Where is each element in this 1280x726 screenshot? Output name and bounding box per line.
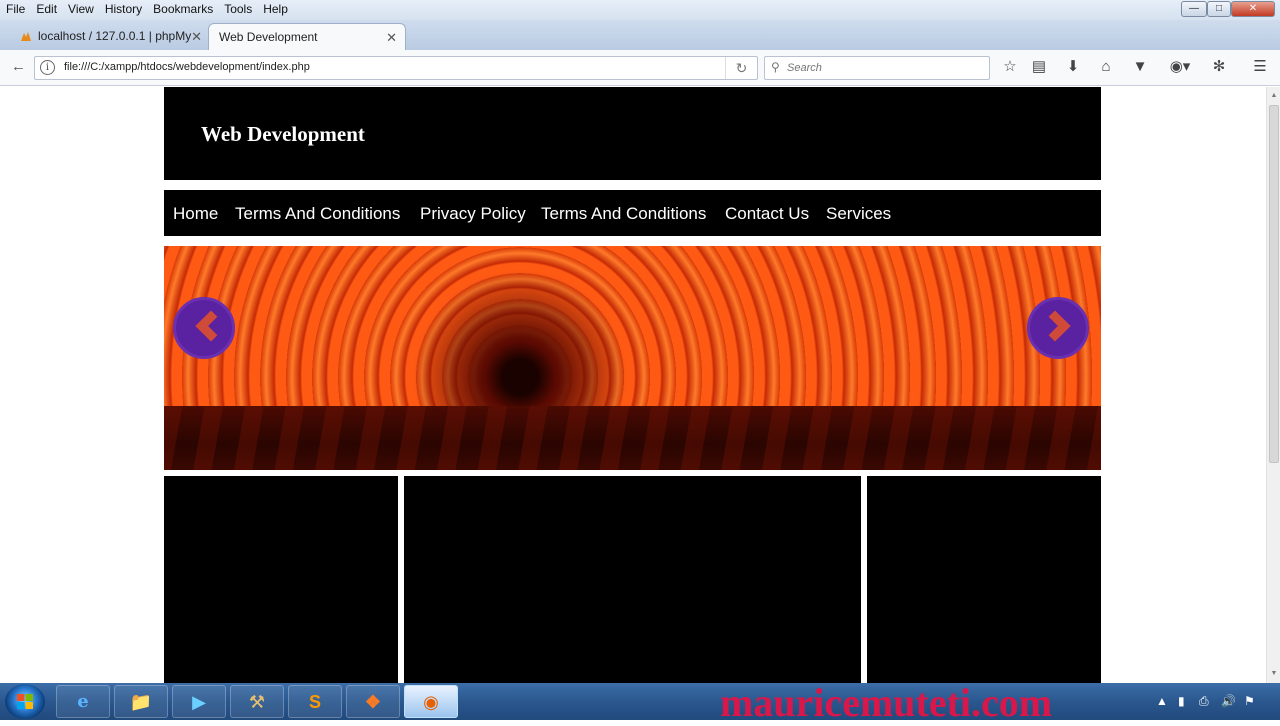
tab-close-icon[interactable]: ✕ bbox=[191, 23, 202, 50]
media-player-icon[interactable]: ▶ bbox=[172, 685, 226, 718]
chevron-right-icon bbox=[1039, 310, 1071, 342]
navigation-toolbar: ← i file:///C:/xampp/htdocs/webdevelopme… bbox=[0, 50, 1280, 86]
adblock-icon[interactable]: ◉▾ bbox=[1166, 57, 1194, 77]
minimize-button[interactable]: — bbox=[1181, 1, 1207, 17]
tab-strip: localhost / 127.0.0.1 | phpMy ✕ Web Deve… bbox=[0, 20, 1280, 65]
site-title: Web Development bbox=[201, 122, 365, 146]
back-arrow-icon[interactable]: ← bbox=[11, 59, 26, 75]
site-navigation: Home Terms And Conditions Privacy Policy… bbox=[164, 190, 1101, 236]
windows-taskbar: e 📁 ▶ ⚒ S ❖ ◉ mauricemuteti.com ▲ ▮ ⎙ 🔊 … bbox=[0, 680, 1280, 725]
close-button[interactable]: ✕ bbox=[1231, 1, 1275, 17]
info-icon[interactable]: i bbox=[40, 60, 55, 75]
firefox-icon[interactable]: ◉ bbox=[404, 685, 458, 718]
usb-icon[interactable]: ⎙ bbox=[1199, 694, 1209, 709]
network-icon[interactable]: ▮ bbox=[1178, 694, 1185, 708]
nav-link-privacy-policy[interactable]: Privacy Policy bbox=[420, 204, 526, 224]
menu-edit[interactable]: Edit bbox=[31, 0, 62, 16]
tray-expand-icon[interactable]: ▲ bbox=[1156, 694, 1168, 708]
menu-view[interactable]: View bbox=[63, 0, 99, 16]
nav-link-terms-and-conditions-2[interactable]: Terms And Conditions bbox=[541, 204, 706, 224]
nav-link-services[interactable]: Services bbox=[826, 204, 891, 224]
image-slider bbox=[164, 246, 1101, 470]
internet-explorer-icon[interactable]: e bbox=[56, 685, 110, 718]
maximize-button[interactable]: □ bbox=[1207, 1, 1231, 17]
chevron-left-icon bbox=[195, 310, 227, 342]
download-icon[interactable]: ⬇ bbox=[1062, 57, 1084, 77]
menu-file[interactable]: File bbox=[0, 0, 30, 16]
action-center-flag-icon[interactable]: ⚑ bbox=[1244, 694, 1255, 708]
menu-tools[interactable]: Tools bbox=[219, 0, 257, 16]
xampp-icon[interactable]: ❖ bbox=[346, 685, 400, 718]
tool-app-icon[interactable]: ⚒ bbox=[230, 685, 284, 718]
page-viewport: Web Development Home Terms And Condition… bbox=[0, 87, 1266, 683]
sublime-text-icon[interactable]: S bbox=[288, 685, 342, 718]
search-box[interactable]: ⚲ bbox=[764, 56, 990, 80]
volume-icon[interactable]: 🔊 bbox=[1221, 694, 1236, 708]
vertical-scrollbar[interactable]: ▲ ▼ bbox=[1266, 87, 1280, 683]
phpmyadmin-favicon-icon bbox=[21, 32, 31, 41]
search-input[interactable] bbox=[787, 60, 983, 76]
url-text: file:///C:/xampp/htdocs/webdevelopment/i… bbox=[64, 61, 310, 73]
tab-title: Web Development bbox=[219, 30, 318, 44]
menu-bar: File Edit View History Bookmarks Tools Help — … bbox=[0, 0, 1280, 20]
slider-reflection bbox=[164, 406, 1101, 470]
nav-link-home[interactable]: Home bbox=[173, 204, 218, 224]
reload-icon[interactable]: ↻ bbox=[725, 57, 757, 79]
slider-image bbox=[164, 246, 1101, 406]
menu-history[interactable]: History bbox=[100, 0, 147, 16]
search-icon: ⚲ bbox=[771, 60, 780, 74]
file-explorer-icon[interactable]: 📁 bbox=[114, 685, 168, 718]
scroll-down-arrow-icon[interactable]: ▼ bbox=[1267, 667, 1280, 681]
star-icon[interactable]: ☆ bbox=[999, 57, 1021, 77]
sync-icon[interactable]: ✻ bbox=[1208, 57, 1230, 77]
watermark-text: mauricemuteti.com bbox=[720, 680, 1053, 725]
slider-prev-button[interactable] bbox=[173, 297, 235, 359]
start-button[interactable] bbox=[5, 684, 45, 719]
pocket-icon[interactable]: ▼ bbox=[1129, 57, 1151, 77]
windows-logo-icon bbox=[17, 694, 33, 709]
tab-close-icon[interactable]: ✕ bbox=[386, 24, 397, 50]
menu-bookmarks[interactable]: Bookmarks bbox=[148, 0, 218, 16]
site-header: Web Development bbox=[164, 87, 1101, 180]
nav-link-terms-and-conditions[interactable]: Terms And Conditions bbox=[235, 204, 400, 224]
scroll-up-arrow-icon[interactable]: ▲ bbox=[1267, 89, 1280, 103]
address-bar[interactable]: i file:///C:/xampp/htdocs/webdevelopment… bbox=[34, 56, 758, 80]
slider-next-button[interactable] bbox=[1027, 297, 1089, 359]
menu-help[interactable]: Help bbox=[258, 0, 293, 16]
nav-link-contact-us[interactable]: Contact Us bbox=[725, 204, 809, 224]
tab-title: localhost / 127.0.0.1 | phpMy bbox=[38, 29, 192, 43]
tab-phpmyadmin[interactable]: localhost / 127.0.0.1 | phpMy ✕ bbox=[14, 23, 210, 50]
hamburger-menu-icon[interactable]: ☰ bbox=[1249, 57, 1271, 77]
reading-list-icon[interactable]: ▤ bbox=[1028, 57, 1050, 77]
right-column bbox=[867, 476, 1101, 683]
home-icon[interactable]: ⌂ bbox=[1095, 57, 1117, 77]
main-column bbox=[404, 476, 861, 683]
tab-web-development[interactable]: Web Development ✕ bbox=[208, 23, 406, 50]
scrollbar-thumb[interactable] bbox=[1269, 105, 1279, 463]
left-column bbox=[164, 476, 398, 683]
